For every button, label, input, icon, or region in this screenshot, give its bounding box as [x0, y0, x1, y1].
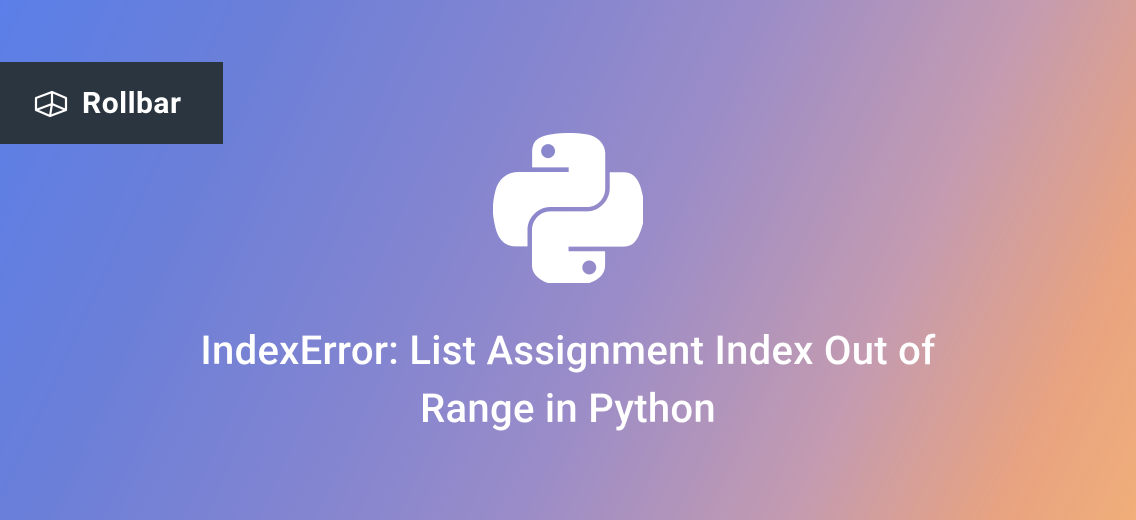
python-logo-icon [493, 133, 643, 287]
hero-title: IndexError: List Assignment Index Out of… [188, 322, 948, 438]
hero-content: IndexError: List Assignment Index Out of… [0, 0, 1136, 520]
